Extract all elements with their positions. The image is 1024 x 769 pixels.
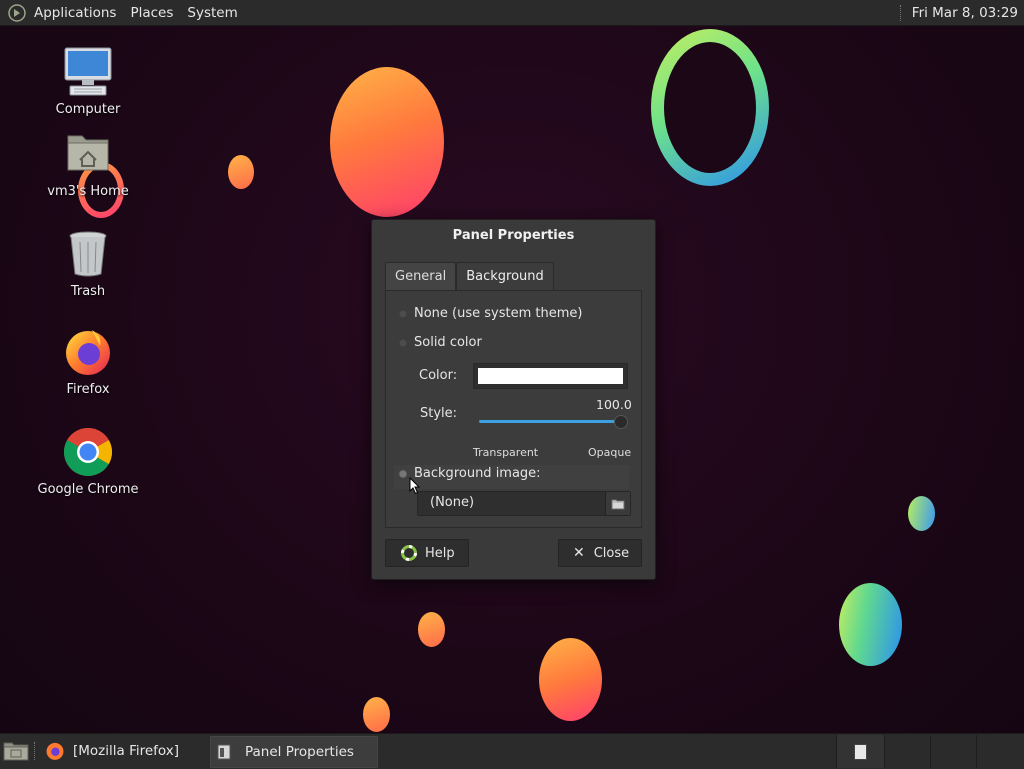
tab-background[interactable]: Background — [456, 262, 554, 290]
close-icon: ✕ — [573, 545, 585, 561]
wallpaper-bubble — [363, 697, 390, 732]
clock[interactable]: Fri Mar 8, 03:29 — [912, 5, 1018, 21]
style-label: Style: — [420, 406, 458, 421]
workspace-4[interactable] — [976, 735, 1023, 768]
open-file-button[interactable] — [605, 492, 630, 515]
mouse-cursor-icon — [409, 477, 421, 495]
taskbar-item-firefox[interactable]: [Mozilla Firefox] — [42, 736, 207, 766]
firefox-icon — [46, 742, 64, 760]
computer-icon — [64, 47, 112, 96]
slider-max-label: Opaque — [588, 446, 632, 459]
desktop-icon-label: vm3's Home — [47, 184, 129, 199]
panel-separator — [34, 742, 38, 760]
workspace-window-preview — [854, 744, 867, 760]
window-icon — [217, 744, 231, 760]
color-label: Color: — [419, 368, 458, 383]
panel-properties-dialog: Panel Properties General Background None… — [371, 219, 656, 580]
desktop-icon-home[interactable]: vm3's Home — [28, 128, 148, 199]
desktop-icon-computer[interactable]: Computer — [28, 46, 148, 117]
trash-icon — [69, 231, 107, 277]
menu-system[interactable]: System — [187, 5, 237, 21]
show-desktop-icon[interactable] — [2, 740, 30, 762]
background-image-value: (None) — [430, 495, 475, 510]
workspace-2[interactable] — [884, 735, 931, 768]
style-slider-value: 100.0 — [596, 397, 632, 412]
workspace-3[interactable] — [930, 735, 977, 768]
bottom-panel: [Mozilla Firefox] Panel Properties — [0, 733, 1024, 769]
radio-background-image-label: Background image: — [414, 466, 541, 481]
taskbar-item-panel-properties[interactable]: Panel Properties — [210, 736, 378, 768]
panel-handle[interactable] — [899, 4, 904, 21]
menu-places[interactable]: Places — [130, 5, 173, 21]
help-button-label: Help — [425, 545, 455, 561]
style-slider-track[interactable] — [479, 420, 620, 423]
wallpaper-bubble — [330, 67, 444, 217]
radio-solid-color-label: Solid color — [414, 335, 482, 350]
close-button[interactable]: ✕ Close — [558, 539, 642, 567]
desktop-icon-trash[interactable]: Trash — [28, 228, 148, 299]
taskbar-item-label: [Mozilla Firefox] — [73, 743, 180, 759]
chrome-icon — [63, 427, 113, 477]
color-picker-button[interactable] — [473, 363, 628, 389]
radio-none-label: None (use system theme) — [414, 306, 583, 321]
help-button[interactable]: Help — [385, 539, 469, 567]
desktop-icon-label: Trash — [70, 284, 106, 299]
radio-indicator[interactable] — [399, 469, 407, 478]
radio-none[interactable]: None (use system theme) — [399, 306, 582, 321]
desktop-icon-label: Google Chrome — [37, 482, 139, 497]
color-swatch-fill — [478, 368, 623, 384]
close-button-label: Close — [593, 545, 630, 561]
wallpaper-bubble — [839, 583, 902, 666]
main-menu-icon[interactable] — [8, 3, 26, 22]
wallpaper-bubble — [539, 638, 602, 721]
tab-general[interactable]: General — [385, 262, 457, 290]
wallpaper-bubble — [908, 496, 935, 531]
home-folder-icon — [67, 135, 109, 171]
help-icon — [401, 545, 417, 561]
wallpaper-ring — [651, 29, 769, 186]
workspace-1[interactable] — [836, 735, 884, 768]
radio-indicator[interactable] — [399, 309, 407, 318]
background-image-chooser[interactable]: (None) — [417, 491, 631, 516]
wallpaper-bubble — [228, 155, 254, 189]
dialog-title[interactable]: Panel Properties — [372, 220, 655, 252]
wallpaper-bubble — [418, 612, 445, 647]
background-tab-panel: None (use system theme) Solid color Colo… — [385, 290, 642, 528]
style-slider-handle[interactable] — [614, 415, 628, 429]
folder-icon — [611, 499, 625, 509]
dialog-tabs: General Background — [385, 262, 554, 290]
top-panel: Applications Places System Fri Mar 8, 03… — [0, 0, 1024, 26]
desktop-icon-label: Firefox — [66, 382, 110, 397]
menu-applications[interactable]: Applications — [34, 5, 116, 21]
radio-indicator[interactable] — [399, 338, 407, 347]
taskbar-item-label: Panel Properties — [245, 744, 354, 760]
desktop-icon-label: Computer — [55, 102, 121, 117]
slider-min-label: Transparent — [473, 446, 539, 459]
radio-solid-color[interactable]: Solid color — [399, 335, 482, 350]
desktop-icon-chrome[interactable]: Google Chrome — [28, 426, 148, 497]
desktop-icon-firefox[interactable]: Firefox — [28, 326, 148, 397]
firefox-icon — [66, 330, 110, 375]
